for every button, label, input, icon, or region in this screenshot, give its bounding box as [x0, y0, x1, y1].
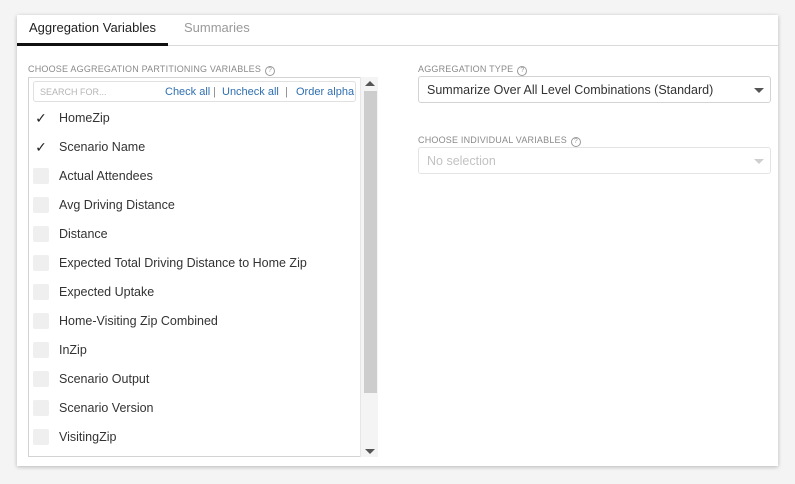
partitioning-label-text: CHOOSE AGGREGATION PARTITIONING VARIABLE…: [28, 64, 262, 74]
list-item-label: InZip: [59, 343, 87, 357]
chevron-down-icon: [754, 88, 764, 93]
tab-summaries[interactable]: Summaries: [184, 15, 250, 46]
scroll-up-icon[interactable]: [365, 81, 375, 86]
individual-variables-value: No selection: [427, 154, 496, 168]
checkbox[interactable]: [33, 342, 49, 358]
aggregation-type-label-text: AGGREGATION TYPE: [418, 64, 514, 74]
list-item-label: Actual Attendees: [59, 169, 153, 183]
list-item-label: Expected Total Driving Distance to Home …: [59, 256, 307, 270]
scroll-down-icon[interactable]: [365, 449, 375, 454]
checkbox[interactable]: [33, 226, 49, 242]
aggregation-panel: Aggregation Variables Summaries CHOOSE A…: [17, 15, 778, 466]
list-item-label: Avg Driving Distance: [59, 198, 175, 212]
checkbox[interactable]: [33, 255, 49, 271]
checkbox[interactable]: [33, 400, 49, 416]
tab-aggregation-variables[interactable]: Aggregation Variables: [17, 15, 168, 46]
list-item-scenario-output[interactable]: Scenario Output: [29, 365, 359, 394]
list-item-label: VisitingZip: [59, 430, 117, 444]
list-item-homezip[interactable]: ✓ HomeZip: [29, 104, 359, 133]
list-item-label: Distance: [59, 227, 108, 241]
list-item-scenario-version[interactable]: Scenario Version: [29, 394, 359, 423]
list-item-label: Home-Visiting Zip Combined: [59, 314, 218, 328]
link-separator: |: [213, 86, 216, 98]
list-item-label: Scenario Version: [59, 401, 154, 415]
checkbox[interactable]: [33, 429, 49, 445]
list-item-expected-total-driving-distance[interactable]: Expected Total Driving Distance to Home …: [29, 249, 359, 278]
aggregation-type-section-label: AGGREGATION TYPE?: [418, 63, 528, 76]
individual-variables-select[interactable]: No selection: [418, 147, 771, 174]
list-item-expected-uptake[interactable]: Expected Uptake: [29, 278, 359, 307]
chevron-down-icon: [754, 159, 764, 164]
help-icon[interactable]: ?: [265, 66, 276, 76]
checkbox[interactable]: [33, 371, 49, 387]
individual-variables-label-text: CHOOSE INDIVIDUAL VARIABLES: [418, 135, 567, 145]
list-item-inzip[interactable]: InZip: [29, 336, 359, 365]
partitioning-section-label: CHOOSE AGGREGATION PARTITIONING VARIABLE…: [28, 63, 276, 76]
list-item-distance[interactable]: Distance: [29, 220, 359, 249]
list-item-avg-driving-distance[interactable]: Avg Driving Distance: [29, 191, 359, 220]
help-icon[interactable]: ?: [570, 137, 581, 147]
aggregation-type-select[interactable]: Summarize Over All Level Combinations (S…: [418, 76, 771, 103]
checkbox[interactable]: [33, 284, 49, 300]
checkbox-checked[interactable]: ✓: [33, 110, 49, 126]
partitioning-variables-list: Check all | Uncheck all | Order alpha ✓ …: [28, 77, 378, 457]
help-icon[interactable]: ?: [517, 66, 528, 76]
list-item-label: HomeZip: [59, 111, 110, 125]
list-item-label: Scenario Name: [59, 140, 146, 154]
list-item-actual-attendees[interactable]: Actual Attendees: [29, 162, 359, 191]
checkbox-checked[interactable]: ✓: [33, 139, 49, 155]
search-input[interactable]: [34, 82, 154, 101]
list-item-visitingzip[interactable]: VisitingZip: [29, 423, 359, 452]
list-item-home-visiting-zip-combined[interactable]: Home-Visiting Zip Combined: [29, 307, 359, 336]
list-item-label: Scenario Output: [59, 372, 150, 386]
list-scrollbar[interactable]: [360, 77, 378, 457]
check-all-link[interactable]: Check all: [165, 86, 210, 98]
checkbox[interactable]: [33, 313, 49, 329]
order-alpha-link[interactable]: Order alpha: [296, 86, 354, 98]
scroll-thumb[interactable]: [364, 91, 377, 393]
individual-variables-section-label: CHOOSE INDIVIDUAL VARIABLES?: [418, 134, 581, 147]
list-item-label: Expected Uptake: [59, 285, 155, 299]
checkbox[interactable]: [33, 168, 49, 184]
tab-bar: Aggregation Variables Summaries: [17, 15, 778, 46]
uncheck-all-link[interactable]: Uncheck all: [222, 86, 279, 98]
link-separator: |: [285, 86, 288, 98]
list-item-scenario-name[interactable]: ✓ Scenario Name: [29, 133, 359, 162]
aggregation-type-value: Summarize Over All Level Combinations (S…: [427, 83, 714, 97]
search-row: Check all | Uncheck all | Order alpha: [33, 81, 356, 102]
checkbox[interactable]: [33, 197, 49, 213]
